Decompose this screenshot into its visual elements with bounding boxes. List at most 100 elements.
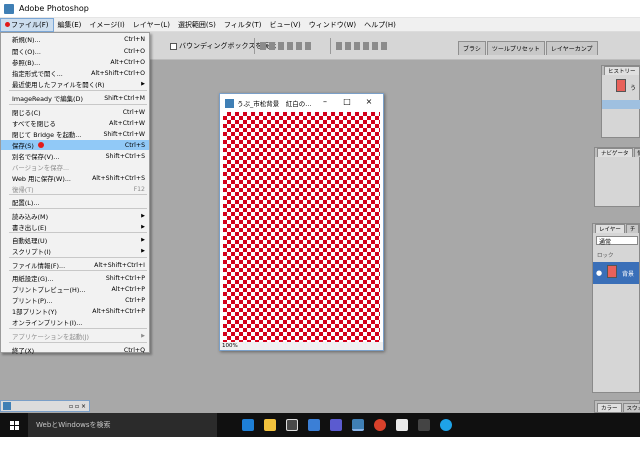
file-menu-item[interactable]: 別名で保存(V)... Shift+Ctrl+S: [1, 151, 149, 161]
tab-swatches[interactable]: スウォッ: [622, 403, 640, 412]
file-menu-item[interactable]: 1部プリント(Y) Alt+Shift+Ctrl+P: [1, 306, 149, 316]
tab-channels[interactable]: チ: [625, 224, 640, 233]
calculator-icon[interactable]: [325, 413, 347, 437]
file-menu-item-label: 参照(B)...: [12, 58, 41, 67]
tab-tool-presets[interactable]: ツールプリセット: [486, 41, 545, 55]
skype-icon[interactable]: [435, 413, 457, 437]
file-menu-item-label: ファイル情報(F)...: [12, 261, 66, 270]
distribute-top-icon[interactable]: [336, 42, 342, 50]
mail-app-icon[interactable]: [391, 413, 413, 437]
file-menu-item[interactable]: 復帰(T) F12: [1, 184, 149, 194]
history-panel: ヒストリー う: [601, 65, 640, 138]
chrome-icon[interactable]: [369, 413, 391, 437]
file-menu-item[interactable]: 参照(B)... Alt+Ctrl+O: [1, 57, 149, 67]
file-menu-item-label: ImageReady で編集(D): [12, 94, 83, 103]
edge-icon[interactable]: [237, 413, 259, 437]
align-bottom-icon[interactable]: [278, 42, 284, 50]
menu-select[interactable]: 選択範囲(S): [174, 18, 220, 32]
file-menu-item[interactable]: バージョンを保存...: [1, 162, 149, 172]
window-controls-icon[interactable]: ▫ ▫ ×: [69, 403, 86, 410]
file-menu-item[interactable]: ImageReady で編集(D) Shift+Ctrl+M: [1, 93, 149, 103]
navigator-tabbar: ナビゲータ 情: [595, 148, 640, 157]
tab-color[interactable]: カラー: [597, 403, 622, 412]
file-menu-item[interactable]: オンラインプリント(I)...: [1, 317, 149, 327]
align-vcenter-icon[interactable]: [269, 42, 275, 50]
file-menu-item[interactable]: すべてを閉じる Alt+Ctrl+W: [1, 118, 149, 128]
align-right-icon[interactable]: [305, 42, 311, 50]
menu-filter[interactable]: フィルタ(T): [220, 18, 266, 32]
bbox-checkbox[interactable]: [170, 42, 177, 50]
file-menu-item[interactable]: 配置(L)...: [1, 197, 149, 207]
distribute-left-icon[interactable]: [363, 42, 369, 50]
start-button[interactable]: [4, 413, 24, 437]
tab-history[interactable]: ヒストリー: [604, 66, 640, 75]
eye-icon[interactable]: ●: [596, 269, 602, 277]
tab-navigator[interactable]: ナビゲータ: [597, 148, 633, 157]
explorer-icon[interactable]: [259, 413, 281, 437]
checkerboard-canvas[interactable]: [223, 112, 380, 342]
zoom-level[interactable]: 100%: [222, 343, 238, 349]
tab-layers[interactable]: レイヤー: [595, 224, 625, 233]
minimized-window[interactable]: ▫ ▫ ×: [0, 400, 90, 412]
file-menu-item[interactable]: Web 用に保存(W)... Alt+Shift+Ctrl+S: [1, 173, 149, 183]
app-icon[interactable]: [413, 413, 435, 437]
file-menu-item[interactable]: 書き出し(E) ▶: [1, 222, 149, 232]
file-menu-item[interactable]: 閉じて Bridge を起動... Shift+Ctrl+W: [1, 129, 149, 139]
distribute-bottom-icon[interactable]: [354, 42, 360, 50]
document-titlebar[interactable]: うぷ_市松背景 紅白の... – □ ×: [220, 94, 383, 112]
submenu-arrow-icon: ▶: [141, 237, 145, 243]
history-snapshot-thumb[interactable]: [616, 79, 626, 92]
align-hcenter-icon[interactable]: [296, 42, 302, 50]
distribute-vcenter-icon[interactable]: [345, 42, 351, 50]
distribute-hcenter-icon[interactable]: [372, 42, 378, 50]
menu-file[interactable]: ファイル(F): [0, 17, 54, 32]
align-left-icon[interactable]: [287, 42, 293, 50]
layer-row-background[interactable]: ● 背景: [593, 262, 639, 284]
photoshop-taskbar-icon[interactable]: [347, 413, 369, 437]
menu-image[interactable]: イメージ(I): [85, 18, 128, 32]
menu-view[interactable]: ビュー(V): [265, 18, 304, 32]
file-menu-item[interactable]: 指定形式で開く... Alt+Shift+Ctrl+O: [1, 68, 149, 78]
close-icon[interactable]: ×: [363, 97, 375, 106]
file-menu-item-shortcut: Alt+Shift+Ctrl+I: [94, 261, 145, 269]
align-buttons[interactable]: [260, 42, 311, 51]
file-menu-item[interactable]: プリントプレビュー(H)... Alt+Ctrl+P: [1, 284, 149, 294]
file-menu-item[interactable]: 自動処理(U) ▶: [1, 235, 149, 245]
file-menu-item[interactable]: スクリプト(I) ▶: [1, 246, 149, 256]
file-menu-item[interactable]: 読み込み(M) ▶: [1, 211, 149, 221]
tab-info[interactable]: 情: [633, 148, 640, 157]
blend-mode-select[interactable]: 通常: [596, 236, 638, 246]
store-icon[interactable]: [281, 413, 303, 437]
file-menu-item[interactable]: 閉じる(C) Ctrl+W: [1, 107, 149, 117]
menu-window[interactable]: ウィンドウ(W): [305, 18, 360, 32]
menu-layer[interactable]: レイヤー(L): [129, 18, 174, 32]
align-top-icon[interactable]: [260, 42, 266, 50]
cursor-marker-icon: [37, 142, 44, 148]
bottom-strip: [0, 437, 640, 453]
file-menu-item[interactable]: 開く(O)... Ctrl+O: [1, 46, 149, 56]
maximize-icon[interactable]: □: [341, 97, 353, 106]
file-menu-item[interactable]: 新規(N)... Ctrl+N: [1, 34, 149, 44]
file-menu-item[interactable]: 用紙設定(G)... Shift+Ctrl+P: [1, 273, 149, 283]
file-menu-item-label: オンラインプリント(I)...: [12, 318, 83, 327]
distribute-buttons[interactable]: [336, 42, 387, 51]
menu-help[interactable]: ヘルプ(H): [360, 18, 400, 32]
file-menu-item[interactable]: 保存(S) Ctrl+S: [1, 140, 149, 150]
taskbar-search[interactable]: WebとWindowsを検索: [28, 413, 217, 437]
menu-separator: [9, 194, 147, 195]
file-menu-item[interactable]: 最近使用したファイルを開く(R) ▶: [1, 79, 149, 89]
mail-icon[interactable]: [303, 413, 325, 437]
tab-layer-comps[interactable]: レイヤーカンプ: [545, 41, 598, 55]
menu-edit[interactable]: 編集(E): [54, 18, 86, 32]
file-menu-item-shortcut: Alt+Ctrl+O: [110, 58, 145, 66]
file-menu-item[interactable]: アプリケーションを起動(J) ▶: [1, 331, 149, 341]
file-menu-item[interactable]: 終了(X) Ctrl+Q: [1, 345, 149, 355]
tab-brushes[interactable]: ブラシ: [458, 41, 486, 55]
menu-separator: [9, 257, 147, 258]
file-menu-item[interactable]: プリント(P)... Ctrl+P: [1, 295, 149, 305]
distribute-right-icon[interactable]: [381, 42, 387, 50]
history-state-row[interactable]: [602, 100, 640, 109]
minimize-icon[interactable]: –: [319, 97, 331, 106]
file-menu-item[interactable]: ファイル情報(F)... Alt+Shift+Ctrl+I: [1, 260, 149, 270]
submenu-arrow-icon: ▶: [141, 224, 145, 230]
